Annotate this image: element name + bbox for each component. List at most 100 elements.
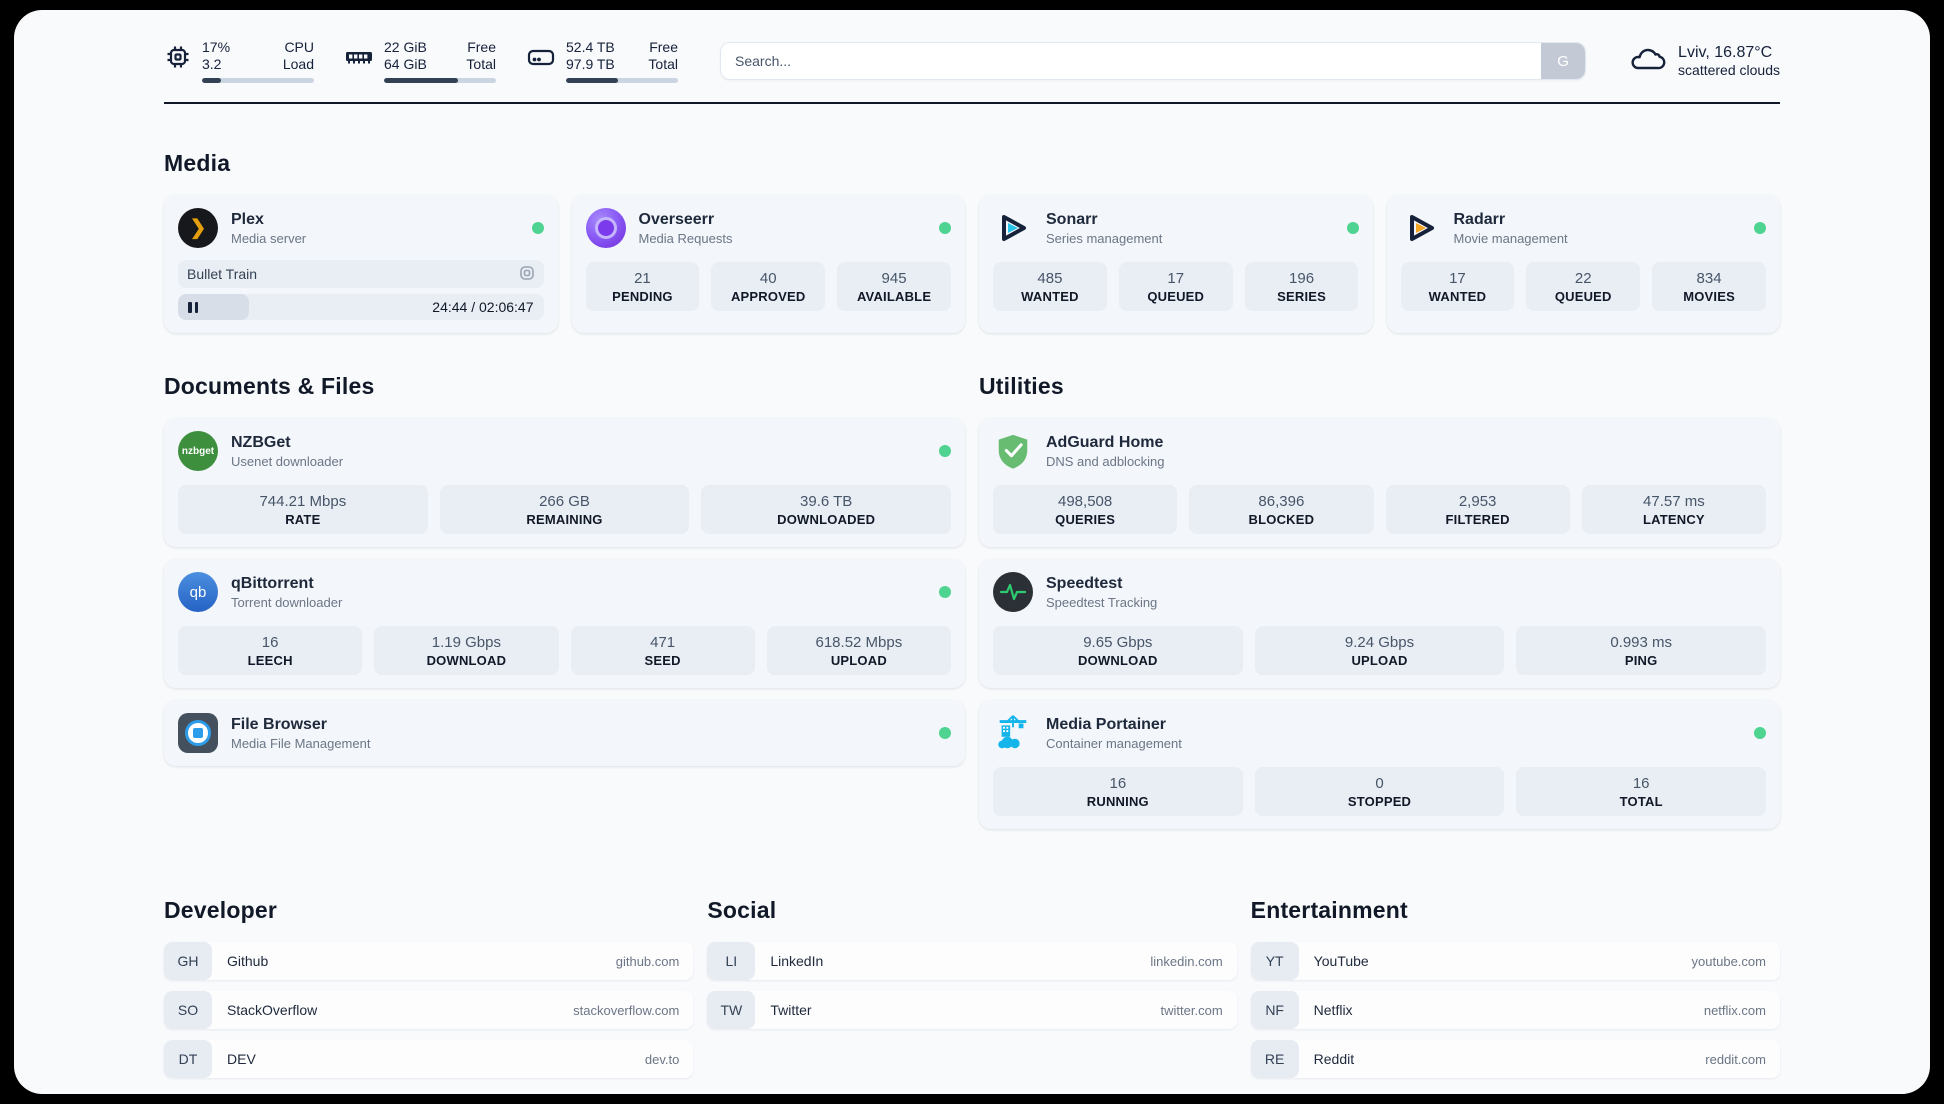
stat-latency: 47.57 ms LATENCY	[1581, 485, 1766, 534]
app-desc: Series management	[1046, 230, 1163, 246]
cpu-load-value: 3.2	[202, 56, 222, 72]
cpu-usage-value: 17%	[202, 39, 231, 55]
stat-queued: 22 QUEUED	[1526, 262, 1641, 311]
stat-filtered: 2,953 FILTERED	[1385, 485, 1570, 534]
ram-free-label: Free	[467, 39, 496, 55]
card-sonarr[interactable]: Sonarr Series management 485 WANTED 17 Q…	[979, 195, 1373, 333]
status-dot	[1754, 727, 1766, 739]
bookmark-stackoverflow[interactable]: SO StackOverflow stackoverflow.com	[164, 991, 694, 1029]
section-title-developer: Developer	[164, 897, 278, 923]
disk-stat: 52.4 TB 97.9 TB Free Total	[526, 39, 678, 83]
youtube-abbr-icon: YT	[1250, 942, 1299, 980]
playback-progress-bar: 24:44 / 02:06:47	[178, 294, 544, 320]
stat-seed: 471 SEED	[570, 626, 755, 675]
cpu-usage-label: CPU	[284, 39, 314, 55]
social-section: Social LI LinkedIn linkedin.com TW Twitt…	[707, 897, 1237, 1089]
weather-location-temp: Lviv, 16.87°C	[1678, 44, 1773, 61]
card-speedtest[interactable]: Speedtest Speedtest Tracking 9.65 Gbps D…	[979, 559, 1780, 688]
stat-stopped: 0 STOPPED	[1254, 767, 1505, 816]
linkedin-abbr-icon: LI	[707, 942, 756, 980]
card-portainer[interactable]: Media Portainer Container management 16 …	[979, 700, 1780, 829]
app-desc: Movie management	[1453, 230, 1568, 246]
overseerr-icon	[585, 208, 626, 248]
app-name: AdGuard Home	[1046, 433, 1164, 451]
bookmark-dev[interactable]: DT DEV dev.to	[164, 1040, 694, 1078]
reddit-abbr-icon: RE	[1250, 1040, 1299, 1078]
bookmark-youtube[interactable]: YT YouTube youtube.com	[1250, 942, 1780, 980]
cpu-progress-bar	[202, 78, 314, 83]
cpu-icon	[164, 39, 192, 76]
app-desc: Speedtest Tracking	[1046, 594, 1158, 610]
bookmark-reddit[interactable]: RE Reddit reddit.com	[1250, 1040, 1780, 1078]
ram-total-label: Total	[466, 56, 496, 72]
card-qbittorrent[interactable]: qb qBittorrent Torrent downloader 16 LEE…	[164, 559, 965, 688]
top-bar: 17% 3.2 CPU Load 22 GiB 64 GiB Free Tota…	[164, 36, 1780, 86]
stat-pending: 21 PENDING	[585, 262, 700, 311]
stat-ping: 0.993 ms PING	[1516, 626, 1767, 675]
stat-movies: 834 MOVIES	[1652, 262, 1766, 311]
now-playing-title: Bullet Train	[187, 266, 258, 282]
speedtest-icon	[993, 572, 1033, 612]
disk-free-label: Free	[649, 39, 678, 55]
weather-condition: scattered clouds	[1678, 62, 1780, 78]
card-radarr[interactable]: Radarr Movie management 17 WANTED 22 QUE…	[1386, 195, 1780, 333]
bookmark-linkedin[interactable]: LI LinkedIn linkedin.com	[707, 942, 1237, 980]
disk-total-label: Total	[648, 56, 678, 72]
status-dot	[939, 222, 951, 234]
radarr-icon	[1401, 208, 1441, 248]
plex-now-playing: Bullet Train 24:44 / 02:06:47	[178, 260, 544, 320]
search-input[interactable]	[720, 42, 1587, 80]
dev-abbr-icon: DT	[164, 1040, 212, 1078]
cloud-icon	[1628, 44, 1666, 79]
card-adguard[interactable]: AdGuard Home DNS and adblocking 498,508 …	[979, 418, 1780, 547]
stat-leech: 16 LEECH	[178, 626, 363, 675]
ram-stat: 22 GiB 64 GiB Free Total	[344, 39, 496, 83]
app-desc: DNS and adblocking	[1046, 453, 1165, 469]
disk-total-value: 97.9 TB	[566, 56, 615, 72]
status-dot	[939, 727, 951, 739]
stat-downloaded: 39.6 TB DOWNLOADED	[701, 485, 952, 534]
stat-approved: 40 APPROVED	[711, 262, 826, 311]
card-overseerr[interactable]: Overseerr Media Requests 21 PENDING 40 A…	[571, 195, 965, 333]
stat-queued: 17 QUEUED	[1118, 262, 1233, 311]
app-name: Overseerr	[638, 210, 715, 228]
developer-section: Developer GH Github github.com SO StackO…	[164, 897, 694, 1089]
app-desc: Media File Management	[231, 735, 371, 751]
bookmark-netflix[interactable]: NF Netflix netflix.com	[1250, 991, 1780, 1029]
ram-total-value: 64 GiB	[384, 56, 427, 72]
card-filebrowser[interactable]: File Browser Media File Management	[164, 700, 965, 766]
stat-upload: 9.24 Gbps UPLOAD	[1254, 626, 1505, 675]
disk-free-value: 52.4 TB	[566, 39, 615, 55]
bookmark-twitter[interactable]: TW Twitter twitter.com	[707, 991, 1237, 1029]
nzbget-icon: nzbget	[178, 431, 218, 471]
plex-icon: ❯	[178, 208, 218, 248]
system-stats: 17% 3.2 CPU Load 22 GiB 64 GiB Free Tota…	[164, 39, 678, 83]
adguard-icon	[993, 431, 1033, 471]
app-desc: Container management	[1046, 735, 1182, 751]
card-nzbget[interactable]: nzbget NZBGet Usenet downloader 744.21 M…	[164, 418, 965, 547]
stat-download: 1.19 Gbps DOWNLOAD	[374, 626, 559, 675]
bookmark-github[interactable]: GH Github github.com	[164, 942, 694, 980]
disk-icon	[526, 39, 556, 76]
ram-progress-bar	[384, 78, 496, 83]
pause-icon[interactable]	[188, 301, 198, 313]
card-plex[interactable]: ❯ Plex Media server Bullet Train 24:44 /…	[164, 195, 558, 333]
stat-total: 16 TOTAL	[1516, 767, 1767, 816]
weather-widget: Lviv, 16.87°C scattered clouds	[1628, 44, 1780, 79]
app-desc: Media server	[231, 230, 307, 246]
ram-icon	[344, 39, 374, 76]
stackoverflow-abbr-icon: SO	[164, 991, 212, 1029]
app-desc: Torrent downloader	[231, 594, 343, 610]
netflix-abbr-icon: NF	[1250, 991, 1299, 1029]
status-dot	[939, 586, 951, 598]
stat-remaining: 266 GB REMAINING	[439, 485, 690, 534]
cpu-stat: 17% 3.2 CPU Load	[164, 39, 314, 83]
ram-free-value: 22 GiB	[384, 39, 427, 55]
cpu-load-label: Load	[282, 56, 314, 72]
playback-time: 24:44 / 02:06:47	[432, 299, 534, 315]
app-name: Plex	[231, 210, 264, 228]
camera-icon[interactable]	[519, 265, 535, 284]
app-name: Sonarr	[1046, 210, 1098, 228]
section-title-social: Social	[707, 897, 777, 923]
search-engine-button[interactable]: G	[1541, 43, 1586, 79]
